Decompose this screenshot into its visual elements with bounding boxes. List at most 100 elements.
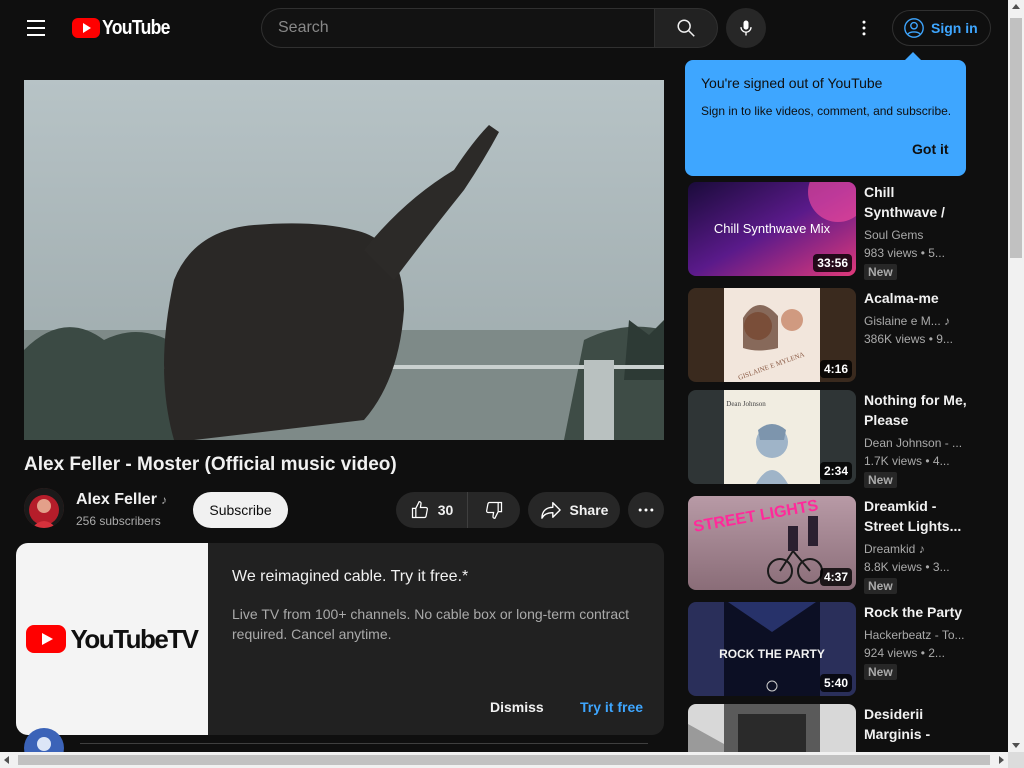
like-dislike-group: 30 xyxy=(396,492,520,528)
new-badge: New xyxy=(864,664,897,680)
ad-body: Live TV from 100+ channels. No cable box… xyxy=(232,606,629,642)
ad-logo-text: YouTubeTV xyxy=(70,623,199,654)
video-title[interactable]: Nothing for Me, Please xyxy=(864,390,968,430)
sign-in-button[interactable]: Sign in xyxy=(892,10,991,46)
horizontal-scrollbar[interactable] xyxy=(0,752,1008,768)
comment-input-line[interactable] xyxy=(80,743,648,744)
scrollbar-corner xyxy=(1008,752,1024,768)
vertical-scroll-thumb[interactable] xyxy=(1010,18,1022,258)
video-title[interactable]: Acalma-me xyxy=(864,288,968,308)
signed-out-popup: You're signed out of YouTube Sign in to … xyxy=(685,60,966,176)
music-note-icon: ♪ xyxy=(160,493,167,507)
video-thumbnail[interactable]: ROCK THE PARTY 5:40 xyxy=(688,602,856,696)
voice-search-button[interactable] xyxy=(726,8,766,48)
like-button[interactable]: 30 xyxy=(396,492,468,528)
horizontal-scroll-thumb[interactable] xyxy=(18,755,990,765)
video-metadata: 983 views • 5... xyxy=(864,246,945,260)
music-note-icon: ♪ xyxy=(918,542,925,556)
popup-title: You're signed out of YouTube xyxy=(701,75,883,91)
video-duration: 4:16 xyxy=(819,360,852,378)
logo-text: YouTube xyxy=(102,16,170,39)
channel-name[interactable]: Dreamkid ♪ xyxy=(864,542,968,556)
channel-name-text: Gislaine e M... xyxy=(864,314,941,328)
video-duration: 33:56 xyxy=(813,254,852,272)
video-thumbnail[interactable]: GISLAINE E MYLENA 4:16 xyxy=(688,288,856,382)
search-input[interactable] xyxy=(261,8,654,48)
dislike-button[interactable] xyxy=(468,492,520,528)
channel-name[interactable]: Soul Gems xyxy=(864,228,968,242)
search-icon xyxy=(677,19,695,37)
video-thumbnail[interactable]: Chill Synthwave Mix 33:56 xyxy=(688,182,856,276)
masthead: YouTube Sign in xyxy=(0,0,1008,56)
video-metadata: 924 views • 2... xyxy=(864,646,945,660)
youtube-tv-logo: YouTubeTV xyxy=(16,543,208,735)
new-badge: New xyxy=(864,578,897,594)
video-title[interactable]: Desiderii Marginis - The... xyxy=(864,704,968,744)
video-title[interactable]: Chill Synthwave / Electronic M... xyxy=(864,182,968,222)
video-metadata: 8.8K views • 3... xyxy=(864,560,950,574)
recommended-video[interactable]: Dean Johnson 2:34 Nothing for Me, Please… xyxy=(688,390,998,488)
new-badge: New xyxy=(864,472,897,488)
search-button[interactable] xyxy=(654,8,718,48)
recommended-video[interactable]: GISLAINE E MYLENA 4:16 Acalma-me Gislain… xyxy=(688,288,998,384)
video-title: Alex Feller - Moster (Official music vid… xyxy=(24,454,397,475)
new-badge: New xyxy=(864,264,897,280)
scroll-up-arrow-icon[interactable] xyxy=(1012,4,1020,9)
share-button[interactable]: Share xyxy=(528,492,620,528)
channel-name-text: Alex Feller xyxy=(76,491,157,508)
thumbs-down-icon xyxy=(486,501,503,519)
ad-headline: We reimagined cable. Try it free.* xyxy=(232,568,469,585)
more-horiz-icon xyxy=(638,508,654,512)
thumbnail-caption: Chill Synthwave Mix xyxy=(714,221,831,236)
subscribe-button[interactable]: Subscribe xyxy=(193,492,288,528)
youtube-logo[interactable]: YouTube xyxy=(72,16,179,40)
sign-in-label: Sign in xyxy=(931,20,978,36)
avatar-image xyxy=(24,488,64,528)
video-title[interactable]: Rock the Party xyxy=(864,602,968,622)
music-note-icon: ♪ xyxy=(944,314,951,328)
video-metadata: 1.7K views • 4... xyxy=(864,454,950,468)
recommended-video[interactable]: Chill Synthwave Mix 33:56 Chill Synthwav… xyxy=(688,182,998,280)
video-player[interactable] xyxy=(24,80,664,440)
channel-name[interactable]: Dean Johnson - ... xyxy=(864,436,968,450)
like-count: 30 xyxy=(437,502,454,518)
youtube-tv-play-icon xyxy=(26,625,67,653)
channel-name[interactable]: Alex Feller ♪ xyxy=(76,491,167,509)
scroll-left-arrow-icon[interactable] xyxy=(4,756,9,764)
channel-name[interactable]: Gislaine e M... ♪ xyxy=(864,314,968,328)
share-icon xyxy=(540,502,561,519)
video-duration: 5:40 xyxy=(819,674,852,692)
scroll-down-arrow-icon[interactable] xyxy=(1012,743,1020,748)
share-label: Share xyxy=(569,502,609,518)
recommended-video[interactable]: STREET LIGHTS 4:37 Dreamkid - Street Lig… xyxy=(688,496,998,594)
guide-menu-icon[interactable] xyxy=(16,8,56,48)
vertical-scrollbar[interactable] xyxy=(1008,0,1024,752)
thumbs-up-icon xyxy=(411,501,428,519)
thumbnail-caption: Dean Johnson xyxy=(726,400,766,408)
video-thumbnail[interactable]: Dean Johnson 2:34 xyxy=(688,390,856,484)
scroll-right-arrow-icon[interactable] xyxy=(999,756,1004,764)
video-frame xyxy=(24,80,664,440)
microphone-icon xyxy=(740,20,752,36)
video-metadata: 386K views • 9... xyxy=(864,332,953,346)
search-box xyxy=(261,8,718,48)
channel-avatar[interactable] xyxy=(24,488,64,528)
more-vert-icon xyxy=(862,20,866,36)
settings-menu-button[interactable] xyxy=(844,8,884,48)
video-duration: 2:34 xyxy=(819,462,852,480)
channel-name[interactable]: Hackerbeatz - To... xyxy=(864,628,968,642)
promo-ad-card: YouTubeTV We reimagined cable. Try it fr… xyxy=(16,543,664,735)
recommended-video[interactable]: ROCK THE PARTY 5:40 Rock the Party Hacke… xyxy=(688,602,998,698)
ad-dismiss-button[interactable]: Dismiss xyxy=(490,699,544,715)
more-actions-button[interactable] xyxy=(628,492,664,528)
youtube-play-icon xyxy=(72,18,100,38)
account-icon xyxy=(904,18,924,38)
thumbnail-caption: ROCK THE PARTY xyxy=(719,647,825,661)
popup-body: Sign in to like videos, comment, and sub… xyxy=(701,104,952,118)
ad-try-free-button[interactable]: Try it free xyxy=(580,699,643,715)
video-title[interactable]: Dreamkid - Street Lights... xyxy=(864,496,968,536)
got-it-button[interactable]: Got it xyxy=(912,141,949,157)
video-thumbnail[interactable]: STREET LIGHTS 4:37 xyxy=(688,496,856,590)
channel-name-text: Dreamkid xyxy=(864,542,916,556)
video-duration: 4:37 xyxy=(819,568,852,586)
